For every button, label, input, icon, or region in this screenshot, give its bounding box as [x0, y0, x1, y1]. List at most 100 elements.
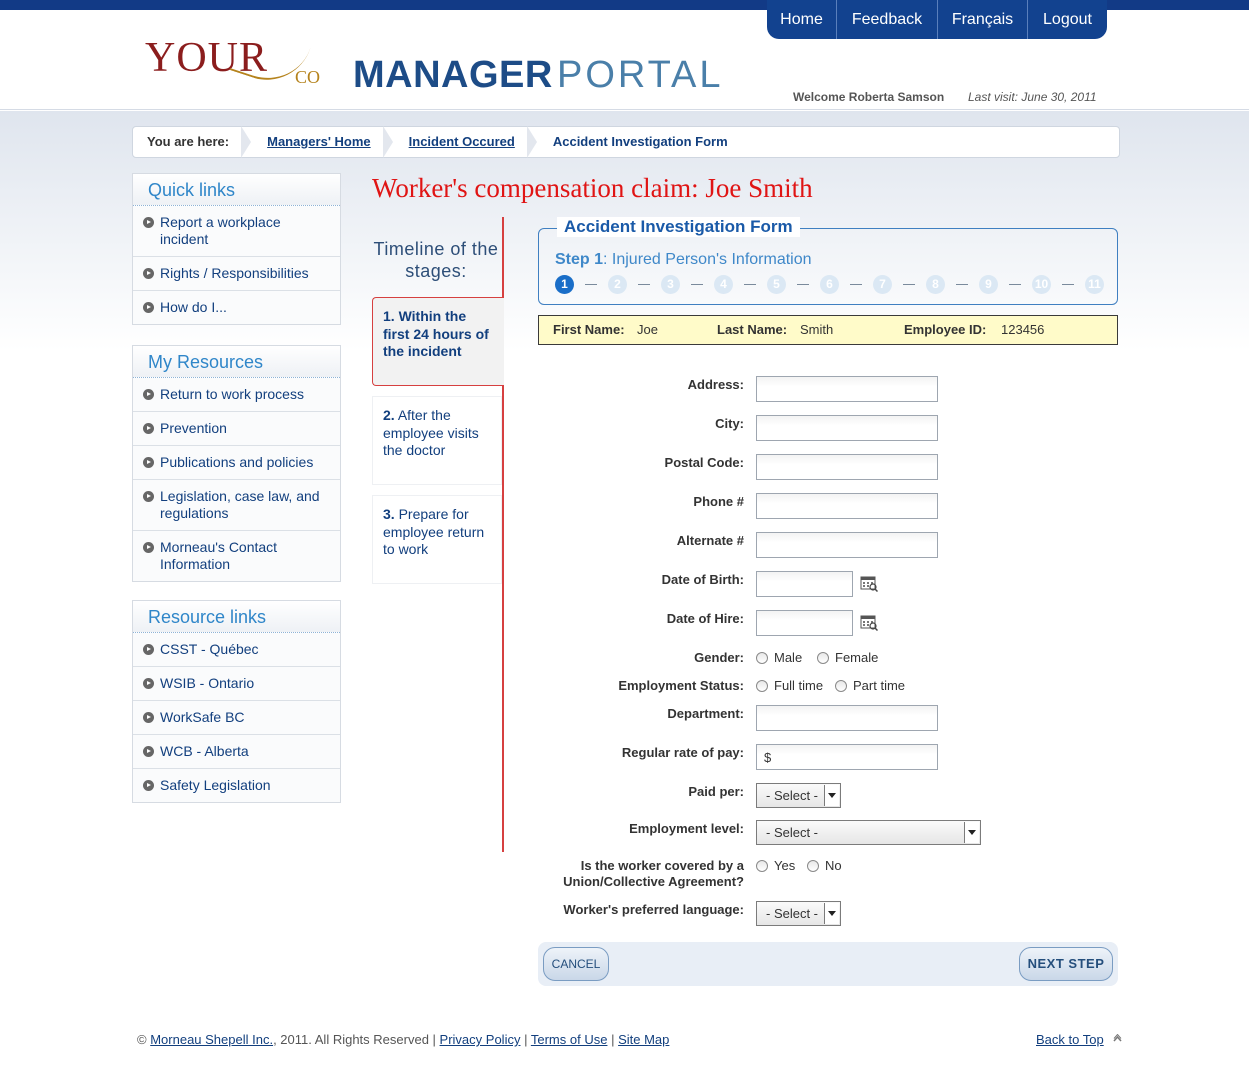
sidebar-item-report-incident[interactable]: Report a workplace incident	[133, 206, 340, 257]
phone-input[interactable]	[756, 493, 938, 519]
bullet-arrow-icon	[143, 217, 154, 228]
sidebar-item-wsib[interactable]: WSIB - Ontario	[133, 667, 340, 701]
step-label: Step 1: Injured Person's Information	[555, 251, 812, 268]
timeline-stage-3[interactable]: 3. Prepare for employee return to work	[372, 495, 502, 584]
employee-id-value: 123456	[1001, 322, 1045, 337]
city-input[interactable]	[756, 415, 938, 441]
back-to-top-link[interactable]: Back to Top	[1036, 1032, 1104, 1047]
step-dot[interactable]: 1	[555, 275, 574, 294]
sidebar-item-worksafe-bc[interactable]: WorkSafe BC	[133, 701, 340, 735]
union-yes-radio[interactable]: Yes	[756, 858, 795, 873]
my-resources-title: My Resources	[133, 346, 340, 378]
chevron-up-icon[interactable]	[1113, 1034, 1122, 1043]
stage-text: After the employee visits the doctor	[383, 407, 479, 458]
bullet-arrow-icon	[143, 746, 154, 757]
logo-portal: PORTAL	[557, 54, 724, 96]
bullet-arrow-icon	[143, 423, 154, 434]
site-map-link[interactable]: Site Map	[618, 1032, 669, 1047]
address-input[interactable]	[756, 376, 938, 402]
date-of-birth-input[interactable]	[756, 571, 853, 597]
form-action-bar: CANCEL NEXT STEP	[538, 942, 1118, 986]
date-of-hire-input[interactable]	[756, 610, 853, 636]
address-label: Address:	[687, 377, 744, 392]
sidebar-item-safety-legislation[interactable]: Safety Legislation	[133, 769, 340, 802]
department-input[interactable]	[756, 705, 938, 731]
radio-circle	[807, 859, 819, 872]
rate-of-pay-input[interactable]: $	[756, 744, 938, 770]
company-link[interactable]: Morneau Shepell Inc.	[150, 1032, 273, 1047]
step-dot[interactable]: 5	[767, 275, 786, 294]
form-legend: Accident Investigation Form	[557, 217, 800, 237]
first-name-value: Joe	[637, 322, 658, 337]
breadcrumb-incident-occured[interactable]: Incident Occured	[409, 134, 515, 149]
stage-number: 3.	[383, 506, 395, 522]
sidebar-item-wcb[interactable]: WCB - Alberta	[133, 735, 340, 769]
city-label: City:	[715, 416, 744, 431]
nav-francais[interactable]: Français	[938, 0, 1028, 39]
step-dot[interactable]: 3	[661, 275, 680, 294]
step-dot[interactable]: 6	[820, 275, 839, 294]
logo-manager: MANAGER	[353, 54, 553, 96]
calendar-icon[interactable]	[860, 576, 878, 592]
timeline-stage-1[interactable]: 1. Within the first 24 hours of the inci…	[372, 297, 504, 386]
last-name-value: Smith	[800, 322, 834, 337]
breadcrumb-managers-home[interactable]: Managers' Home	[267, 134, 371, 149]
postal-code-input[interactable]	[756, 454, 938, 480]
sidebar-item-rights[interactable]: Rights / Responsibilities	[133, 257, 340, 291]
sidebar-item-publications[interactable]: Publications and policies	[133, 446, 340, 480]
top-nav: Home Feedback Français Logout	[767, 0, 1107, 39]
alternate-phone-input[interactable]	[756, 532, 938, 558]
chevron-down-icon	[824, 903, 839, 924]
gender-male-radio[interactable]: Male	[756, 650, 802, 665]
last-name-label: Last Name:	[717, 322, 788, 337]
gender-female-radio[interactable]: Female	[817, 650, 878, 665]
step-dot[interactable]: 2	[608, 275, 627, 294]
calendar-icon[interactable]	[860, 615, 878, 631]
step-dot[interactable]: 9	[979, 275, 998, 294]
step-dot[interactable]: 10	[1032, 275, 1051, 294]
paid-per-select[interactable]: - Select -	[756, 783, 841, 808]
last-visit-text: Last visit: June 30, 2011	[968, 90, 1097, 104]
date-of-birth-label: Date of Birth:	[661, 572, 744, 587]
status-part-time-radio[interactable]: Part time	[835, 678, 905, 693]
sidebar-item-contact-info[interactable]: Morneau's Contact Information	[133, 531, 340, 581]
employment-level-select[interactable]: - Select -	[756, 820, 981, 845]
resource-links-title: Resource links	[133, 601, 340, 633]
sidebar-item-legislation[interactable]: Legislation, case law, and regulations	[133, 480, 340, 531]
employee-id-label: Employee ID:	[904, 322, 987, 337]
status-full-time-radio[interactable]: Full time	[756, 678, 823, 693]
nav-feedback[interactable]: Feedback	[837, 0, 938, 39]
employment-level-label: Employment level:	[629, 821, 744, 836]
step-dot[interactable]: 8	[926, 275, 945, 294]
nav-home[interactable]: Home	[767, 0, 837, 39]
stage-text: Prepare for employee return to work	[383, 506, 485, 557]
rights-text: , 2011. All Rights Reserved |	[273, 1032, 436, 1047]
bullet-arrow-icon	[143, 678, 154, 689]
bullet-arrow-icon	[143, 457, 154, 468]
phone-label: Phone #	[693, 494, 744, 509]
timeline-stage-2[interactable]: 2. After the employee visits the doctor	[372, 396, 502, 485]
step-dot[interactable]: 7	[873, 275, 892, 294]
sidebar-item-return-to-work[interactable]: Return to work process	[133, 378, 340, 412]
next-step-button[interactable]: NEXT STEP	[1019, 947, 1113, 981]
copyright-symbol: ©	[137, 1032, 147, 1047]
sidebar-item-prevention[interactable]: Prevention	[133, 412, 340, 446]
breadcrumb: You are here: Managers' Home Incident Oc…	[132, 126, 1120, 158]
terms-of-use-link[interactable]: Terms of Use	[531, 1032, 608, 1047]
sidebar-item-how-do-i[interactable]: How do I...	[133, 291, 340, 324]
nav-logout[interactable]: Logout	[1028, 0, 1107, 39]
step-dot[interactable]: 4	[714, 275, 733, 294]
union-no-radio[interactable]: No	[807, 858, 842, 873]
footer: © Morneau Shepell Inc., 2011. All Rights…	[137, 1032, 670, 1047]
date-of-hire-label: Date of Hire:	[666, 611, 744, 626]
cancel-button[interactable]: CANCEL	[543, 947, 609, 981]
preferred-language-select[interactable]: - Select -	[756, 901, 841, 926]
employment-status-label: Employment Status:	[618, 678, 744, 693]
first-name-label: First Name:	[553, 322, 625, 337]
bullet-arrow-icon	[143, 780, 154, 791]
privacy-policy-link[interactable]: Privacy Policy	[440, 1032, 521, 1047]
page-title: Worker's compensation claim: Joe Smith	[372, 173, 813, 203]
sidebar-item-csst[interactable]: CSST - Québec	[133, 633, 340, 667]
step-dot[interactable]: 11	[1085, 275, 1104, 294]
quick-links-box: Quick links Report a workplace incident …	[132, 173, 341, 325]
